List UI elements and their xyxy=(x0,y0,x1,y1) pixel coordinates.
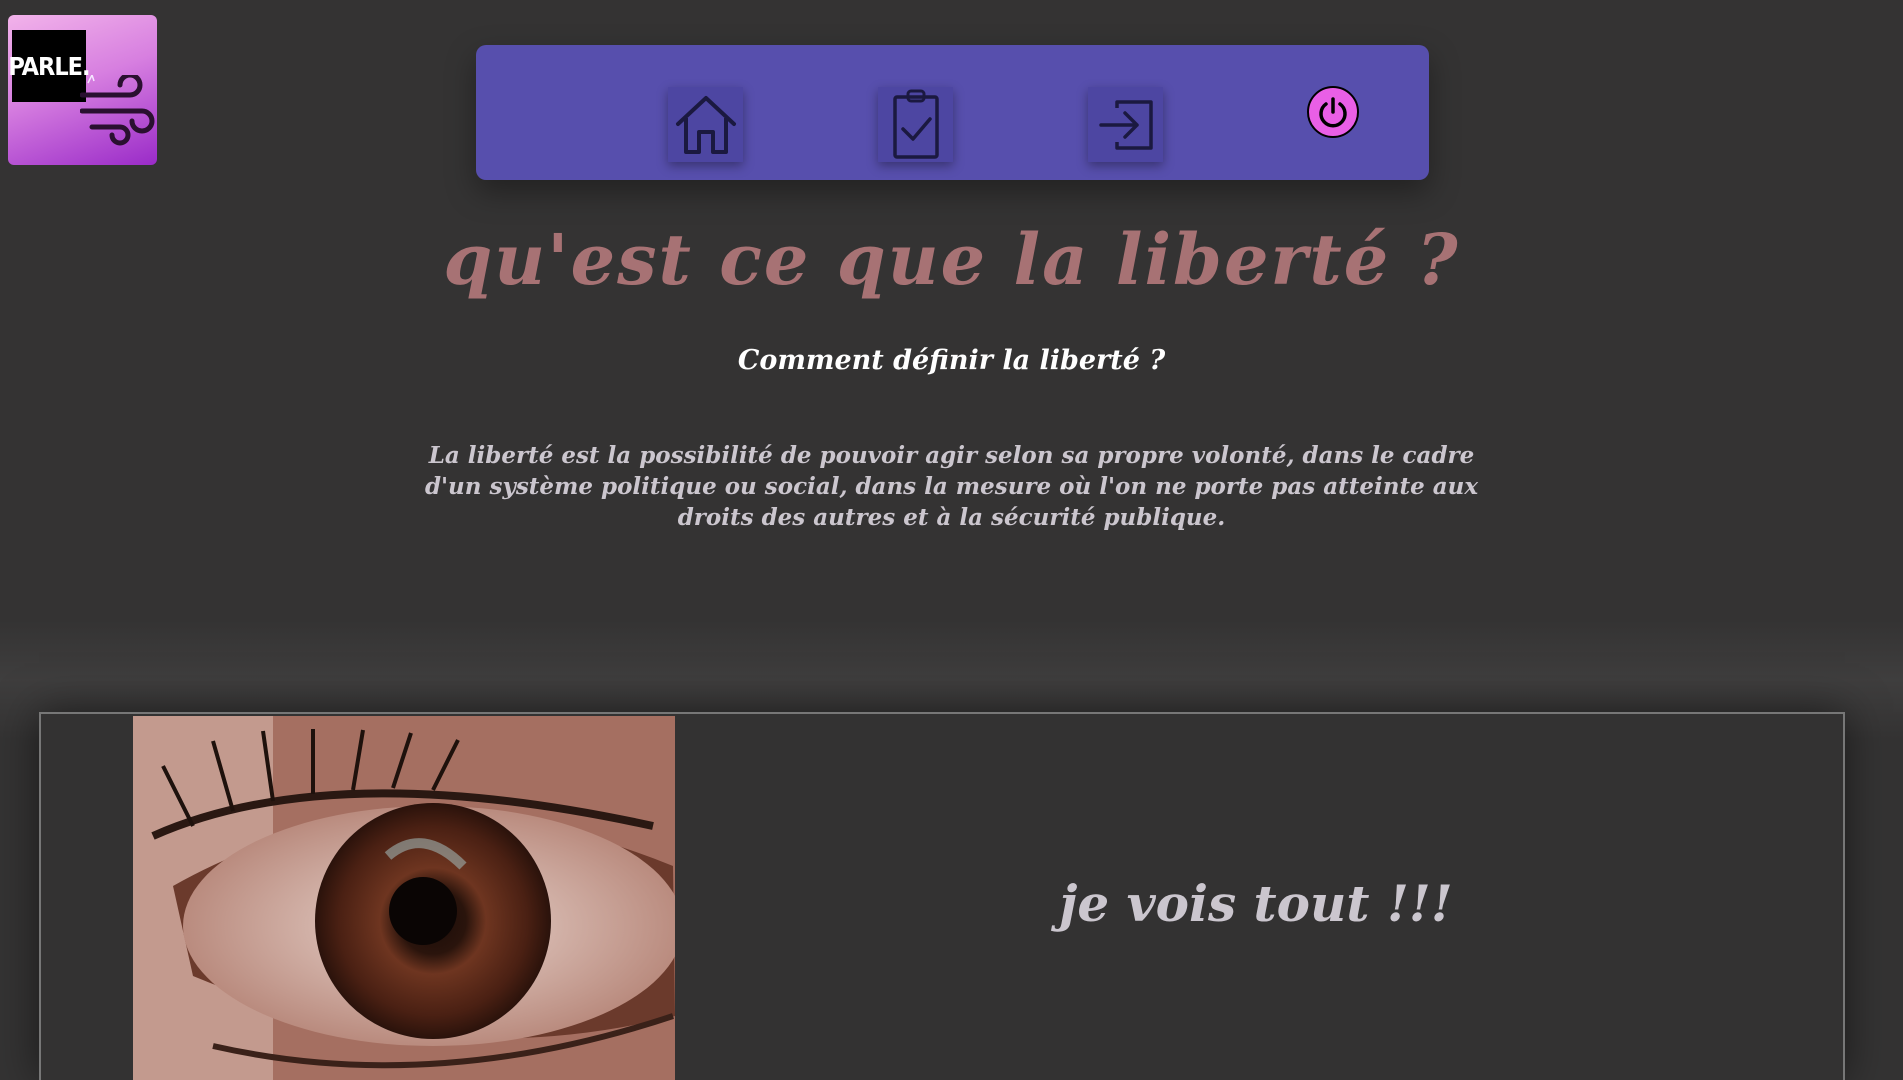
home-button[interactable] xyxy=(668,87,743,162)
clipboard-check-icon xyxy=(892,89,939,159)
login-button[interactable] xyxy=(1088,87,1163,162)
logo-text: PARLE. xyxy=(8,30,91,102)
section-subtitle: Comment définir la liberté ? xyxy=(737,345,1166,376)
tasks-button[interactable] xyxy=(878,87,953,162)
definition-paragraph: La liberté est la possibilité de pouvoir… xyxy=(424,442,1479,531)
eye-image xyxy=(133,716,675,1080)
wind-icon xyxy=(80,75,155,146)
power-icon xyxy=(1319,97,1347,128)
eye-card: je vois tout !!! xyxy=(39,712,1845,1080)
top-navbar xyxy=(476,45,1429,180)
login-icon xyxy=(1098,99,1153,150)
page-title: qu'est ce que la liberté ? xyxy=(443,218,1460,301)
home-icon xyxy=(675,95,736,154)
site-logo[interactable]: PARLE. xyxy=(8,15,157,165)
power-button[interactable] xyxy=(1307,86,1359,138)
card-caption: je vois tout !!! xyxy=(1059,874,1453,933)
